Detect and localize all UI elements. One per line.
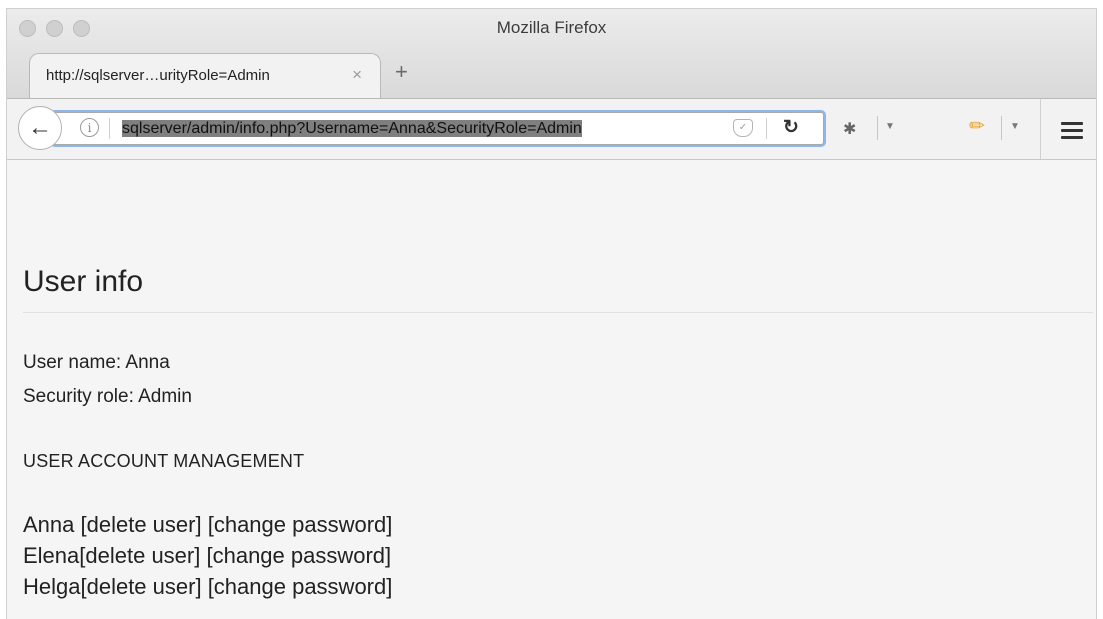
page-title: User info	[23, 265, 144, 298]
url-bar[interactable]: i sqlserver/admin/info.php?Username=Anna…	[52, 112, 824, 145]
title-bar: Mozilla Firefox http://sqlserver…urityRo…	[7, 9, 1096, 99]
url-input[interactable]: sqlserver/admin/info.php?Username=Anna&S…	[122, 118, 696, 139]
user-name: Helga	[23, 574, 81, 599]
user-name: Elena	[23, 543, 80, 568]
url-divider	[109, 118, 110, 139]
new-tab-icon[interactable]: +	[395, 61, 408, 83]
window-title: Mozilla Firefox	[496, 18, 607, 37]
delete-user-link[interactable]: [delete user]	[81, 512, 202, 537]
change-password-link[interactable]: [change password]	[208, 512, 393, 537]
pencil-icon[interactable]: ✏	[969, 115, 985, 138]
tab-active[interactable]: http://sqlserver…urityRole=Admin ×	[29, 53, 381, 99]
info-icon[interactable]: i	[80, 118, 99, 137]
navigation-toolbar: i sqlserver/admin/info.php?Username=Anna…	[7, 98, 1096, 160]
page-content: User info User name: Anna Security role:…	[7, 160, 1096, 619]
toolbar-divider	[1040, 99, 1041, 159]
back-button[interactable]: ←	[18, 106, 62, 150]
toolbar-divider	[1001, 116, 1002, 140]
url-text: sqlserver/admin/info.php?Username=Anna&S…	[122, 120, 582, 137]
user-row: Elena[delete user] [change password]	[23, 543, 391, 569]
user-name: Anna	[23, 512, 75, 537]
security-role-line: Security role: Admin	[23, 386, 192, 407]
chevron-down-icon[interactable]: ▼	[1010, 121, 1020, 132]
delete-user-link[interactable]: [delete user]	[79, 543, 200, 568]
tab-title: http://sqlserver…urityRole=Admin	[46, 67, 270, 84]
heading-divider	[23, 312, 1093, 313]
delete-user-link[interactable]: [delete user]	[80, 574, 201, 599]
arrow-left-icon: ←	[28, 114, 52, 141]
hamburger-menu-icon[interactable]	[1061, 122, 1083, 143]
section-title: USER ACCOUNT MANAGEMENT	[23, 451, 305, 471]
user-row: Helga[delete user] [change password]	[23, 574, 392, 600]
toolbar-divider	[877, 116, 878, 140]
tab-close-icon[interactable]: ×	[352, 65, 362, 85]
user-name-line: User name: Anna	[23, 352, 170, 373]
chevron-down-icon[interactable]: ▼	[885, 121, 895, 132]
reload-icon[interactable]: ↻	[783, 116, 799, 139]
user-row: Anna [delete user] [change password]	[23, 512, 392, 538]
change-password-link[interactable]: [change password]	[208, 574, 393, 599]
url-divider	[766, 118, 767, 139]
pocket-icon[interactable]: ✓	[733, 119, 753, 137]
bug-icon[interactable]: ✱	[843, 119, 856, 139]
browser-window: Mozilla Firefox http://sqlserver…urityRo…	[6, 8, 1097, 619]
change-password-link[interactable]: [change password]	[206, 543, 391, 568]
